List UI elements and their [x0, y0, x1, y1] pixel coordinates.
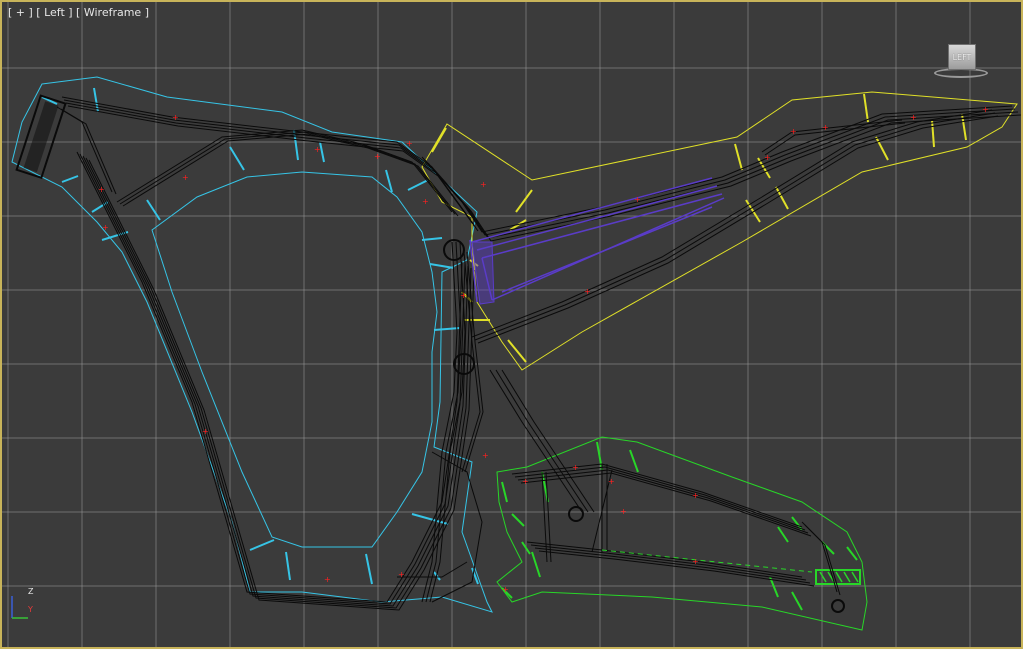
vertex-marker: +: [522, 477, 529, 486]
axle-bolt: [831, 599, 845, 613]
dropout-hatch: [843, 571, 851, 583]
vertex-marker: +: [202, 427, 209, 436]
section-tick: [515, 189, 533, 213]
vertex-marker: +: [572, 463, 579, 472]
section-tick: [531, 551, 541, 578]
vertex-marker: +: [608, 477, 615, 486]
rear-dropout-highlight: [815, 569, 861, 585]
vertex-marker: +: [102, 223, 109, 232]
vertex-marker: +: [692, 491, 699, 500]
vertex-marker: +: [98, 185, 105, 194]
tube-edge: [56, 106, 113, 193]
vertex-marker: +: [620, 507, 627, 516]
linkage-edge: [501, 206, 713, 293]
vertex-marker: +: [314, 145, 321, 154]
tube-edge: [526, 541, 803, 578]
section-tick: [507, 339, 527, 363]
tube-edge: [471, 109, 993, 338]
section-tick: [433, 327, 461, 331]
section-tick: [365, 553, 373, 585]
scene-canvas[interactable]: + + + + + + + + + + + + + + + + + + + + + + + + + + + +: [2, 2, 1023, 649]
section-tick: [931, 119, 935, 148]
vertex-marker: +: [634, 195, 641, 204]
linkage-plate: [471, 241, 495, 305]
section-tick: [791, 591, 803, 611]
tube-edge: [85, 157, 472, 609]
tube-edge: [79, 153, 466, 605]
tube-edge: [88, 159, 475, 611]
front-triangle-inner-cage: [151, 171, 438, 548]
tube-edge: [520, 472, 812, 537]
section-tick: [511, 513, 525, 527]
section-tick: [146, 199, 161, 221]
vertex-marker: +: [584, 287, 591, 296]
section-tick: [229, 146, 245, 171]
z-axis-label: Z: [28, 587, 34, 596]
dropout-hatch: [835, 571, 843, 583]
dropout-hatch: [819, 571, 827, 583]
linkage-edge: [476, 185, 718, 251]
vertex-marker: +: [982, 105, 989, 114]
vertex-marker: +: [324, 575, 331, 584]
vertex-marker: +: [482, 451, 489, 460]
vertex-marker: +: [790, 127, 797, 136]
tube-edge: [76, 151, 463, 603]
tube-edge: [538, 550, 815, 587]
section-tick: [629, 449, 639, 473]
y-axis-label: Y: [27, 605, 33, 614]
vertex-marker: +: [182, 173, 189, 182]
rocker-linkage[interactable]: [443, 177, 845, 613]
vertex-marker: +: [502, 585, 509, 594]
section-tick: [431, 127, 447, 153]
section-tick: [407, 179, 429, 191]
vertex-marker: +: [692, 557, 699, 566]
section-tick: [501, 481, 508, 503]
section-tick: [249, 539, 275, 551]
section-tick: [734, 143, 743, 171]
vertex-marker: +: [480, 180, 487, 189]
section-tick: [61, 175, 79, 183]
dropout-hatch: [851, 571, 859, 583]
main-pivot-bearing: [443, 239, 465, 261]
frame-wireframe-mesh[interactable]: [56, 96, 1021, 611]
tube-edge: [517, 469, 809, 534]
section-tick: [91, 201, 109, 213]
vertex-marker: +: [460, 291, 467, 300]
section-tick: [411, 513, 449, 525]
tube-edge: [501, 369, 595, 513]
linkage-edge: [471, 177, 713, 243]
tube-edge: [67, 105, 479, 232]
vertex-marker: +: [422, 197, 429, 206]
swing-arm-selection-cage: [496, 436, 868, 631]
viewcube-widget[interactable]: LEFT: [932, 42, 994, 82]
shock-eye: [568, 506, 584, 522]
axis-tripod: Z Y: [11, 587, 34, 619]
vertex-marker: +: [406, 139, 413, 148]
vertex-marker: +: [172, 113, 179, 122]
left-wireframe-viewport[interactable]: + + + + + + + + + + + + + + + + + + + + + + + + + + + + [ + ] [ Lef…: [0, 0, 1023, 649]
viewport-label[interactable]: [ + ] [ Left ] [ Wireframe ]: [8, 6, 149, 19]
tube-edge: [534, 547, 811, 584]
tube-edge: [530, 544, 807, 581]
section-tick: [863, 93, 869, 123]
viewcube-face-left[interactable]: LEFT: [948, 44, 976, 70]
section-tick: [285, 551, 291, 581]
tube-edge: [427, 111, 1019, 239]
vertex-marker: +: [910, 113, 917, 122]
vertex-marker: +: [822, 123, 829, 132]
section-tick: [777, 526, 789, 543]
vertex-marker: +: [374, 152, 381, 161]
section-tick: [775, 186, 789, 210]
section-tick: [421, 237, 443, 241]
vertex-marker: +: [398, 570, 405, 579]
tube-edge: [495, 369, 589, 513]
section-tick: [429, 263, 455, 269]
swing-arm-frame[interactable]: [496, 436, 868, 631]
vertex-marker: +: [764, 153, 771, 162]
